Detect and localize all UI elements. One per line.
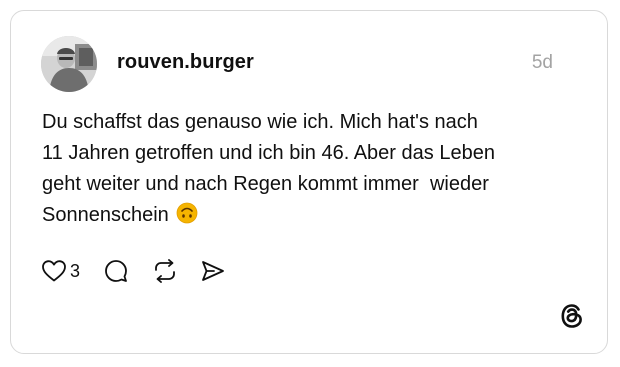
- avatar-photo: [41, 36, 97, 92]
- comment-icon: [105, 260, 127, 282]
- heart-icon: [42, 260, 66, 282]
- upside-down-face-emoji: [176, 202, 198, 224]
- action-bar: 3: [41, 256, 226, 286]
- share-button[interactable]: [200, 259, 226, 283]
- username[interactable]: rouven.burger: [117, 51, 254, 74]
- post-card: rouven.burger 5d Du schaffst das genauso…: [10, 10, 608, 354]
- post-text-line: geht weiter und nach Regen kommt immer w…: [42, 173, 489, 195]
- reply-button[interactable]: [104, 259, 128, 283]
- repost-button[interactable]: [152, 259, 178, 283]
- threads-logo-icon[interactable]: [559, 303, 585, 329]
- post-text-line: Sonnenschein: [42, 204, 169, 226]
- post-timestamp: 5d: [531, 52, 553, 73]
- repost-icon: [155, 259, 175, 283]
- send-icon: [202, 261, 224, 281]
- like-count: 3: [70, 260, 81, 281]
- avatar[interactable]: [41, 36, 97, 92]
- post-text: Du schaffst das genauso wie ich. Mich ha…: [42, 107, 582, 231]
- like-button[interactable]: 3: [41, 259, 104, 283]
- post-text-line: 11 Jahren getroffen und ich bin 46. Aber…: [42, 142, 495, 164]
- post-text-line: Du schaffst das genauso wie ich. Mich ha…: [42, 111, 478, 133]
